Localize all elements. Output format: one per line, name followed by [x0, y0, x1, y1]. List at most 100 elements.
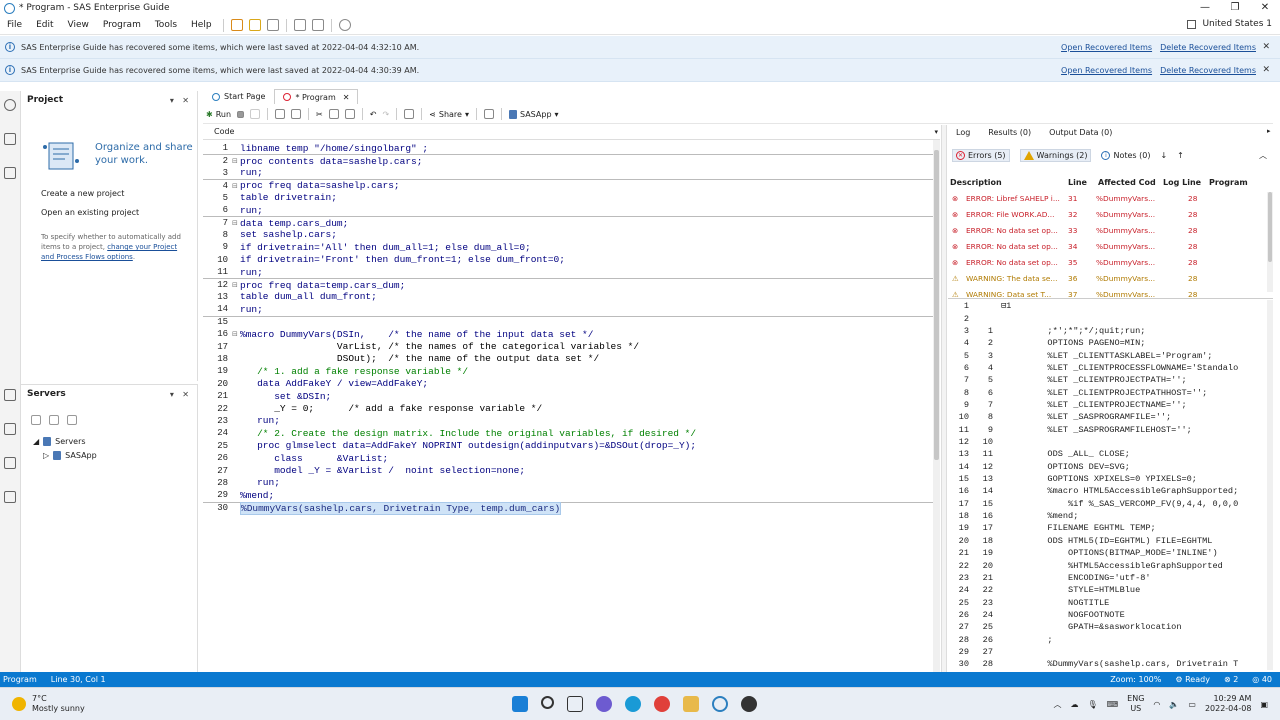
code-line[interactable]: 2 ⊟ proc contents data=sashelp.cars; [203, 154, 938, 167]
log-message-row[interactable]: ⚠ WARNING: The data se... 36 %DummyVars... 2… [948, 271, 1273, 287]
log-line[interactable]: 12 10 [948, 436, 1273, 448]
scrollbar-thumb[interactable] [934, 150, 939, 460]
log-line[interactable]: 23 21 ENCODING='utf-8' [948, 572, 1273, 584]
document-icon[interactable] [4, 133, 16, 145]
code-line[interactable]: 21 set &DSIn; [203, 390, 938, 402]
refresh-icon[interactable] [31, 415, 41, 425]
gear-icon[interactable] [266, 19, 279, 31]
fold-toggle-icon[interactable]: ⊟ [232, 281, 240, 289]
stop-icon[interactable] [67, 415, 77, 425]
save-as-icon[interactable] [291, 109, 302, 119]
open-recovered-link[interactable]: Open Recovered Items [1061, 43, 1152, 52]
col-program[interactable]: Program [1209, 175, 1248, 189]
chrome-icon[interactable] [654, 696, 670, 712]
log-message-row[interactable]: ⊗ ERROR: File WORK.AD... 32 %DummyVars... 28 [948, 207, 1273, 223]
code-line[interactable]: 11 run; [203, 266, 938, 278]
file-explorer-icon[interactable] [683, 696, 699, 712]
new-item-icon[interactable] [230, 19, 243, 31]
code-line[interactable]: 17 VarList, /* the names of the categori… [203, 340, 938, 352]
code-line[interactable]: 1 libname temp "/home/singolbarg" ; [203, 142, 938, 154]
code-line[interactable]: 15 [203, 315, 938, 328]
log-line[interactable]: 27 25 GPATH=&sasworklocation [948, 621, 1273, 633]
status-zoom[interactable]: Zoom: 100% [1110, 675, 1161, 684]
close-icon[interactable]: ✕ [1250, 0, 1280, 16]
errors-filter-button[interactable]: ✕ Errors (5) [952, 148, 1010, 162]
task-icon[interactable] [4, 167, 16, 179]
create-project-link[interactable]: Create a new project [41, 189, 124, 198]
tab-start-page[interactable]: Start Page [203, 89, 274, 104]
code-line[interactable]: 22 _Y = 0; /* add a fake response variab… [203, 402, 938, 414]
tab-results[interactable]: Results (0) [988, 128, 1031, 137]
code-line[interactable]: 28 run; [203, 477, 938, 489]
log-line[interactable]: 8 6 %LET _CLIENTPROJECTPATHHOST=''; [948, 386, 1273, 398]
servers-root-node[interactable]: ◢ Servers [33, 437, 86, 446]
pane-controls[interactable]: ▾ ✕ [170, 390, 189, 399]
library-icon[interactable] [4, 423, 16, 435]
chevron-up-icon[interactable]: ︿ [1053, 699, 1061, 710]
paste-icon[interactable] [344, 109, 355, 119]
code-line[interactable]: 8 set sashelp.cars; [203, 229, 938, 241]
disconnect-icon[interactable] [49, 415, 59, 425]
keyboard-icon[interactable]: ⌨ [1107, 700, 1119, 709]
minimize-icon[interactable]: — [1190, 0, 1220, 16]
clock[interactable]: 10:29 AM 2022-04-08 [1205, 694, 1252, 714]
log-line[interactable]: 4 2 OPTIONS PAGENO=MIN; [948, 337, 1273, 349]
restore-icon[interactable]: ❐ [1220, 0, 1250, 16]
open-folder-icon[interactable] [248, 19, 261, 31]
collapse-up-icon[interactable]: ︿ [1259, 150, 1267, 161]
pane-splitter[interactable] [941, 125, 947, 672]
microphone-icon[interactable]: 🎙 [1087, 700, 1097, 709]
log-line[interactable]: 3 1 ;*';*";*/;quit;run; [948, 325, 1273, 337]
collapse-icon[interactable]: ◢ [33, 437, 39, 446]
col-affected-code[interactable]: Affected Cod [1098, 175, 1156, 189]
delete-recovered-link[interactable]: Delete Recovered Items [1160, 66, 1256, 75]
code-line[interactable]: 18 DSOut); /* the name of the output dat… [203, 353, 938, 365]
pause-icon[interactable] [250, 109, 261, 119]
col-description[interactable]: Description [950, 175, 1002, 189]
cut-icon[interactable]: ✂ [316, 110, 323, 119]
sas-taskbar-icon[interactable] [712, 696, 728, 712]
col-line[interactable]: Line [1068, 175, 1087, 189]
notification-icon[interactable]: ▣ [1260, 700, 1268, 709]
format-icon[interactable] [404, 109, 415, 119]
log-line[interactable]: 10 8 %LET _SASPROGRAMFILE=''; [948, 411, 1273, 423]
log-line[interactable]: 2 [948, 312, 1273, 324]
code-line[interactable]: 30 %DummyVars(sashelp.cars, Drivetrain Ty… [203, 501, 938, 515]
log-line[interactable]: 16 14 %macro HTML5AccessibleGraphSupporte… [948, 485, 1273, 497]
status-errors[interactable]: ⊗ 2 [1224, 675, 1238, 684]
code-line[interactable]: 13 table dum_all dum_front; [203, 291, 938, 303]
chevron-down-icon[interactable]: ▾ [934, 128, 938, 136]
cloud-icon[interactable]: ☁ [1070, 700, 1078, 709]
chat-icon[interactable] [596, 696, 612, 712]
fold-toggle-icon[interactable]: ⊟ [232, 219, 240, 227]
redo-icon[interactable]: ↷ [382, 110, 389, 119]
code-line[interactable]: 27 model _Y = &VarList / noint selection… [203, 464, 938, 476]
volume-icon[interactable]: 🔈 [1169, 700, 1179, 709]
code-line[interactable]: 29 %mend; [203, 489, 938, 501]
menu-file[interactable]: File [0, 20, 29, 30]
log-line[interactable]: 25 23 NOGTITLE [948, 596, 1273, 608]
project-icon[interactable] [4, 99, 16, 111]
code-line[interactable]: 4 ⊟ proc freq data=sashelp.cars; [203, 179, 938, 191]
tab-log[interactable]: Log [956, 128, 970, 137]
close-icon[interactable]: ✕ [1262, 42, 1270, 52]
arrow-up-icon[interactable]: ↑ [1177, 151, 1184, 160]
menu-program[interactable]: Program [96, 20, 148, 30]
log-message-row[interactable]: ⚠ WARNING: Data set T... 37 %DummyVars... 28 [948, 287, 1273, 297]
log-line[interactable]: 19 17 FILENAME EGHTML TEMP; [948, 522, 1273, 534]
open-project-link[interactable]: Open an existing project [41, 208, 139, 217]
server-selector[interactable]: SASApp ▾ [508, 109, 559, 119]
copy-icon[interactable] [328, 109, 339, 119]
search-icon[interactable] [541, 696, 554, 709]
log-line[interactable]: 20 18 ODS HTML5(ID=EGHTML) FILE=EGHTML [948, 535, 1273, 547]
code-line[interactable]: 19 /* 1. add a fake response variable */ [203, 365, 938, 377]
log-message-row[interactable]: ⊗ ERROR: Libref SAHELP i... 31 %DummyVars..… [948, 191, 1273, 207]
code-line[interactable]: 3 run; [203, 167, 938, 179]
log-line[interactable]: 7 5 %LET _CLIENTPROJECTPATH=''; [948, 374, 1273, 386]
log-line[interactable]: 22 20 %HTML5AccessibleGraphSupported [948, 559, 1273, 571]
code-line[interactable]: 9 if drivetrain='All' then dum_all=1; els… [203, 241, 938, 253]
arrow-down-icon[interactable]: ↓ [1160, 151, 1167, 160]
save-all-icon[interactable] [311, 19, 324, 31]
expand-icon[interactable]: ▷ [43, 451, 49, 460]
log-message-row[interactable]: ⊗ ERROR: No data set op... 35 %DummyVars...… [948, 255, 1273, 271]
